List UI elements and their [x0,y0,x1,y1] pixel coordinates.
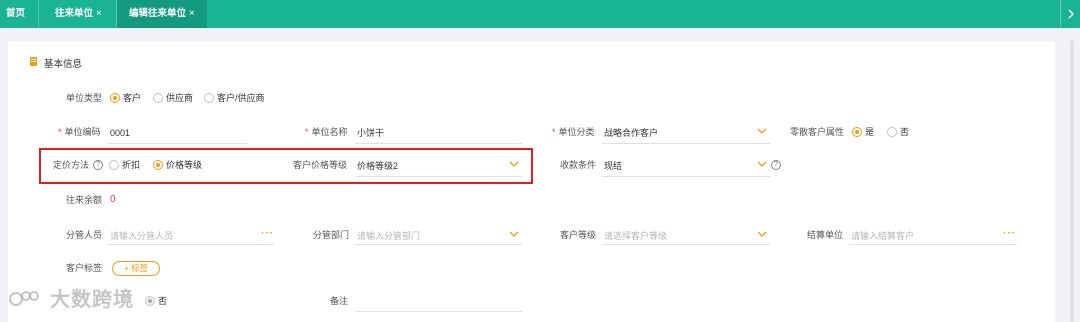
radio-customer-supplier-label: 客户/供应商 [217,93,265,103]
radio-retail-no-label: 否 [900,127,910,137]
help-icon[interactable]: ? [93,160,103,170]
radio-supplier[interactable] [153,93,163,103]
scrollbar[interactable] [1070,40,1074,322]
required-mark: * [305,127,309,137]
watermark-text: 大数跨境 [50,289,134,311]
unit-name-input[interactable]: 小饼干 [357,127,384,139]
chevron-right-icon[interactable] [1060,0,1080,28]
input-underline [602,143,770,144]
customer-price-level-select[interactable]: 价格等级2 [357,160,398,172]
dept-label: 分管部门 [313,230,350,240]
add-tag-button[interactable]: + 标签 [112,261,160,276]
unit-category-select[interactable]: 战略合作客户 [604,127,658,139]
tab-label: 编辑往来单位 [129,8,187,19]
radio-no[interactable] [145,296,155,306]
radio-retail-yes-label: 是 [865,127,875,137]
manager-label: 分管人员 [66,230,103,240]
watermark-logo-icon [9,291,39,306]
tab-label: 往来单位 [55,8,94,19]
tab-edit-partner[interactable]: 编辑往来单位 × [117,0,207,28]
unit-type-label: 单位类型 [66,93,103,103]
chevron-down-icon[interactable] [756,125,768,137]
chevron-down-icon[interactable] [756,158,768,170]
payment-terms-select[interactable]: 现结 [604,160,622,172]
radio-retail-no[interactable] [887,127,897,137]
document-icon [30,57,37,66]
manager-input[interactable]: 请输入分管人员 [110,230,173,242]
radio-no-label: 否 [158,296,168,306]
radio-customer-supplier[interactable] [204,93,214,103]
input-underline [602,244,770,245]
tab-divider [38,0,39,28]
radio-discount[interactable] [109,160,119,170]
radio-supplier-label: 供应商 [166,93,194,103]
customer-level-label: 客户等级 [560,230,597,240]
balance-value: 0 [110,194,116,205]
unit-code-label: * 单位编码 [58,126,101,138]
more-icon[interactable]: ··· [261,228,274,240]
unit-name-label: * 单位名称 [305,126,348,138]
customer-price-level-label: 客户价格等级 [293,160,348,170]
chevron-down-icon[interactable] [756,228,768,240]
input-underline [849,244,1017,245]
chevron-down-icon[interactable] [508,158,520,170]
help-icon[interactable]: ? [771,160,781,170]
unit-code-label-text: 单位编码 [64,127,101,137]
tab-bar: 首页 往来单位 × 编辑往来单位 × [0,0,1080,28]
input-underline [355,176,522,177]
unit-category-label-text: 单位分类 [558,127,595,137]
required-mark: * [552,127,556,137]
radio-price-level-label: 价格等级 [166,160,203,170]
unit-name-label-text: 单位名称 [311,127,348,137]
input-underline [355,311,522,312]
input-underline [602,176,770,177]
input-underline [355,143,522,144]
customer-tags-label: 客户标签 [66,263,103,273]
balance-label: 往来余额 [66,195,103,205]
tab-partners[interactable]: 往来单位 × [55,0,102,28]
radio-customer-label: 客户 [123,93,142,103]
radio-retail-yes[interactable] [852,127,862,137]
dept-input[interactable]: 请输入分管部门 [357,230,420,242]
more-icon[interactable]: ··· [1003,228,1016,240]
pricing-method-label: 定价方法 [53,160,90,170]
input-underline [108,143,248,144]
tab-label: 首页 [6,8,26,19]
unit-category-label: * 单位分类 [552,126,595,138]
close-icon[interactable]: × [96,8,102,19]
input-underline [108,244,274,245]
radio-discount-label: 折扣 [122,160,141,170]
customer-level-select[interactable]: 请选择客户等级 [604,230,667,242]
remark-label: 备注 [330,296,349,306]
radio-customer[interactable] [110,93,120,103]
retail-attr-label: 零散客户属性 [790,127,845,137]
close-icon[interactable]: × [189,8,195,19]
settle-unit-label: 结算单位 [807,230,844,240]
settle-unit-input[interactable]: 请输入结算客户 [851,230,914,242]
payment-terms-label: 收款条件 [560,160,597,170]
required-mark: * [58,127,62,137]
section-title: 基本信息 [44,59,83,70]
tab-home[interactable]: 首页 [6,0,25,28]
input-underline [355,244,522,245]
chevron-down-icon[interactable] [508,228,520,240]
unit-code-input[interactable]: 0001 [110,127,130,139]
radio-price-level[interactable] [153,160,163,170]
